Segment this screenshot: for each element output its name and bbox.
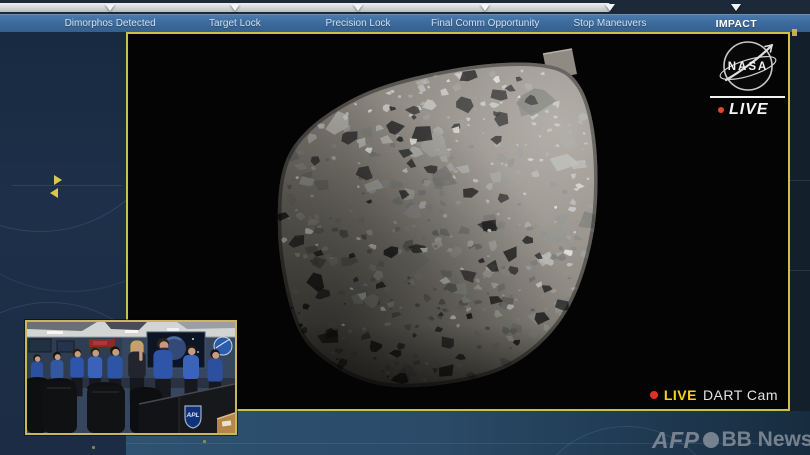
timeline-marker-icon (731, 4, 742, 11)
afp-logo-text: AFP (652, 426, 700, 453)
news-watermark: AFP BB News (652, 426, 810, 454)
afp-circle-icon (702, 432, 719, 448)
live-rule-line (710, 96, 785, 98)
timeline-marker-icon (480, 4, 491, 11)
apl-console-logo-text: APL (186, 412, 200, 419)
milestone-precision-lock: Precision Lock (325, 18, 391, 29)
milestone-dimorphos-detected: Dimorphos Detected (64, 18, 156, 29)
live-label: LIVE (729, 101, 769, 118)
live-indicator-dot-icon (718, 107, 724, 113)
mission-control-pip: APL (25, 320, 237, 435)
corner-marker (792, 29, 797, 36)
dart-cam-live-label: LIVE (663, 387, 697, 403)
milestone-final-comm: Final Comm Opportunity (431, 18, 540, 29)
nasa-live-overlay: NASA LIVE (710, 39, 786, 118)
milestone-stop-maneuvers: Stop Maneuvers (573, 18, 647, 29)
marker-triangle-icon (54, 175, 62, 185)
timeline-progress-fill (0, 3, 610, 12)
orbit-arc-decoration (0, 32, 126, 292)
milestone-impact: IMPACT (715, 18, 757, 30)
mission-timeline-bar (0, 0, 810, 14)
dart-cam-caption: LIVE DART Cam (649, 387, 778, 403)
timeline-marker-icon (229, 4, 240, 11)
timeline-marker-icon (105, 4, 116, 11)
mission-timeline-labels: Dimorphos Detected Target Lock Precision… (0, 14, 810, 32)
dart-cam-name-label: DART Cam (702, 387, 778, 403)
bbnews-logo-text: BB News (721, 428, 810, 451)
milestone-target-lock: Target Lock (209, 18, 261, 29)
broadcast-frame: Dimorphos Detected Target Lock Precision… (0, 0, 810, 455)
record-dot-icon (649, 391, 658, 399)
nasa-logo-icon: NASA (719, 41, 777, 91)
timeline-marker-icon (604, 4, 615, 11)
right-background-panel (790, 32, 810, 411)
nasa-logo-text: NASA (728, 61, 769, 73)
marker-triangle-icon (50, 188, 58, 198)
mission-control-image: APL (25, 322, 236, 433)
timeline-marker-icon (353, 4, 364, 11)
